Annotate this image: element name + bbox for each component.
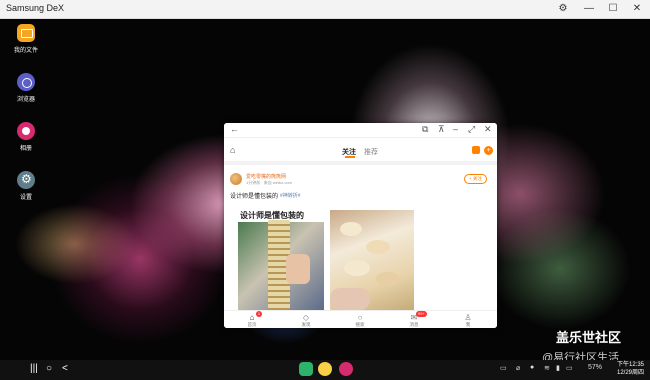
battery-icon: ▭ [566,365,573,372]
nav-label: 发现 [301,322,311,327]
clock[interactable]: 下午12:35 12/29周四 [617,361,644,377]
home-icon: ⌂ [249,313,255,322]
notification-icon[interactable]: ● [530,364,534,371]
window-title: Samsung DeX [6,3,65,13]
post-image-2[interactable] [330,210,414,310]
browser-icon [17,73,35,91]
clock-date: 12/29周四 [616,370,644,376]
weibo-app-icon[interactable] [318,362,332,376]
window-titlebar: Samsung DeX ⚙ — ☐ ✕ [0,0,650,19]
signal-icon: ▮ [556,365,560,372]
recent-apps-button[interactable]: ||| [30,363,38,374]
nav-search[interactable]: ○ 搜索 [345,313,375,328]
profile-icon: ♙ [464,313,472,322]
app-promo-icon[interactable] [472,146,480,154]
battery-level: 57% [588,364,603,371]
settings-gear-icon: ⚙ [17,171,35,189]
clock-time: 下午12:35 [616,362,644,368]
home-badge: 1 [256,311,262,317]
home-button[interactable]: ○ [46,363,52,374]
keyboard-icon[interactable]: ▭ [500,364,507,372]
discover-icon: ◇ [302,313,310,322]
desktop-icon-label: 我的文件 [13,48,38,54]
feed-tabs: ⌂ 关注 推荐 + [224,145,497,159]
nav-label: 消息 [409,322,419,327]
close-button[interactable]: ✕ [626,1,648,17]
pin-icon[interactable]: ⊼ [438,124,445,135]
folder-icon [17,24,35,42]
desktop-icon-gallery[interactable]: 相册 [6,122,46,152]
back-icon[interactable]: ← [230,124,239,134]
desktop-icon-label: 相册 [19,146,32,152]
avatar[interactable] [230,173,242,185]
weibo-app-window: ← ⧉ ⊼ – ⤢ ✕ ⌂ 关注 推荐 + 爱吃零嘴的熊熊网 1分钟前 · 来自… [224,123,497,328]
bottom-navigation: ⌂ 首页 1 ◇ 发现 ○ 搜索 ✉ 消息 99+ ♙ 我 [224,310,497,328]
desktop-icon-label: 浏览器 [16,97,35,103]
watermark-title: 盖乐世社区 [556,330,622,345]
split-view-icon[interactable]: ⧉ [422,124,428,135]
watermark-subtitle: @易行社区生活 [542,352,620,360]
wifi-icon: ≋ [544,365,550,372]
maximize-button[interactable]: ☐ [602,1,624,17]
settings-icon[interactable]: ⚙ [552,1,574,17]
maximize-icon[interactable]: ⤢ [468,124,475,135]
minimize-icon[interactable]: – [453,124,458,134]
desktop-icon-my-files[interactable]: 我的文件 [6,24,46,54]
nav-profile[interactable]: ♙ 我 [453,313,483,328]
post-hashtag[interactable]: #神转折# [280,192,301,199]
nav-label: 搜索 [355,322,365,327]
nav-label: 我 [465,322,471,327]
taskbar-app-icon[interactable] [299,362,313,376]
nav-home[interactable]: ⌂ 首页 1 [237,311,267,328]
gallery-taskbar-icon[interactable] [339,362,353,376]
post-image-1[interactable]: 设计师是懂包装的 [238,208,324,310]
taskbar: ||| ○ < ▭ ⌀ ● ≋ ▮ ▭ 57% 下午12:35 12/29周四 [0,360,650,380]
close-icon[interactable]: ✕ [484,124,492,135]
post-author[interactable]: 爱吃零嘴的熊熊网 [246,173,286,180]
nav-discover[interactable]: ◇ 发现 [291,313,321,328]
search-icon: ○ [357,313,363,322]
nav-label: 首页 [247,322,257,327]
follow-button[interactable]: + 关注 [464,174,487,184]
message-badge: 99+ [416,311,427,317]
feed-post: 爱吃零嘴的熊熊网 1分钟前 · 来自 weibo.com + 关注 设计师是懂包… [224,165,497,311]
post-text: 设计师是懂包装的 [230,194,279,200]
minimize-button[interactable]: — [578,1,600,17]
post-meta: 1分钟前 · 来自 weibo.com [246,180,293,185]
gallery-icon [17,122,35,140]
desktop-icon-browser[interactable]: 浏览器 [6,73,46,103]
app-window-titlebar: ← ⧉ ⊼ – ⤢ ✕ [224,123,497,138]
back-button[interactable]: < [62,363,68,374]
compose-icon[interactable]: + [484,146,493,155]
camera-icon[interactable]: ⌂ [230,145,235,155]
desktop-icon-settings[interactable]: ⚙ 设置 [6,171,46,201]
desktop-icon-label: 设置 [19,195,32,201]
nav-messages[interactable]: ✉ 消息 99+ [399,311,429,328]
active-tab-indicator [345,156,355,158]
tab-recommended[interactable]: 推荐 [364,147,378,157]
mute-icon[interactable]: ⌀ [516,364,520,372]
